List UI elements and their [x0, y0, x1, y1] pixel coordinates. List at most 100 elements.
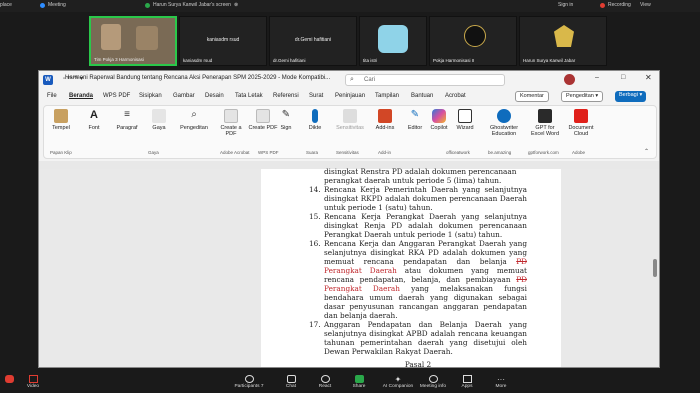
- tab-gambar[interactable]: Gambar: [173, 93, 195, 99]
- ai-companion-button[interactable]: ✦ AI Companion: [378, 375, 418, 389]
- tab-file[interactable]: File: [47, 93, 57, 99]
- maximize-icon[interactable]: □: [621, 74, 625, 81]
- participant-name: Harun Surya Kanwil Jabar: [523, 58, 576, 63]
- participant-display-name: dr.Gemi hafitiani: [294, 37, 332, 43]
- komentar-button[interactable]: Komentar: [515, 91, 549, 102]
- dictate-button[interactable]: Dikte: [300, 109, 330, 131]
- participant-name: dr.Gemi hafitiani: [273, 58, 306, 63]
- styles-button[interactable]: Gaya: [144, 109, 174, 131]
- tab-wps-pdf[interactable]: WPS PDF: [103, 93, 130, 99]
- video-button[interactable]: Video: [16, 375, 50, 389]
- group-label: Sensitivitas: [336, 150, 359, 155]
- tab-surat[interactable]: Surat: [309, 93, 323, 99]
- participant-tile[interactable]: kaniasdm rsud kaniasdm rsud: [179, 16, 267, 66]
- participant-name: tita istri: [363, 58, 378, 63]
- minimize-icon[interactable]: –: [595, 74, 599, 81]
- paste-button[interactable]: Tempel: [46, 109, 76, 131]
- participants-count: 7: [260, 384, 264, 389]
- participant-name: Tim Pokja 3 Harmonisasi: [94, 57, 144, 62]
- close-icon[interactable]: ✕: [645, 73, 652, 82]
- apps-button[interactable]: Apps: [450, 375, 484, 389]
- sensitivity-button[interactable]: Sensitivitas: [332, 109, 368, 131]
- berbagi-button[interactable]: Berbagi ▾: [615, 91, 647, 102]
- avatar: [378, 25, 408, 53]
- document-cloud-button[interactable]: Document Cloud: [564, 109, 598, 137]
- record-icon: [600, 2, 605, 8]
- react-icon: [320, 375, 330, 383]
- acrobat-icon: [574, 109, 588, 123]
- wizard-button[interactable]: Wizard: [450, 109, 480, 131]
- chat-icon: [286, 375, 296, 383]
- gpt-icon: [538, 109, 552, 123]
- pdf-icon: [224, 109, 238, 123]
- magnifier-icon: ⌕: [191, 109, 197, 120]
- group-label: Add-in: [378, 150, 392, 155]
- participant-name: Pokja Harmonisasi II: [433, 58, 475, 63]
- word-logo-icon: W: [43, 75, 53, 85]
- video-person: [101, 24, 121, 50]
- group-label: Adobe Acrobat: [220, 150, 250, 155]
- tab-beranda[interactable]: Beranda: [69, 93, 93, 99]
- recording-indicator[interactable]: Recording: [600, 2, 631, 8]
- more-button[interactable]: ··· More: [484, 375, 518, 389]
- place-label: place: [0, 2, 12, 8]
- vertical-scrollbar[interactable]: [653, 259, 657, 277]
- more-icon: ···: [497, 375, 505, 384]
- copilot-icon: [432, 109, 446, 123]
- clipboard-icon: [54, 109, 68, 123]
- share-button[interactable]: Share: [342, 375, 376, 389]
- add-ins-button[interactable]: Add-ins: [370, 109, 400, 131]
- participants-button[interactable]: Participants 7: [232, 375, 266, 389]
- info-icon: [428, 375, 438, 383]
- ai-companion-icon: ✦: [394, 375, 402, 384]
- ghostwriter-button[interactable]: Ghostwriter Education: [484, 109, 524, 137]
- editing-button[interactable]: ⌕ Pengeditan: [176, 109, 212, 131]
- participant-tile[interactable]: Harun Surya Kanwil Jabar: [519, 16, 607, 66]
- gpt-for-excel-word-button[interactable]: GPT for Excel Word: [528, 109, 562, 137]
- close-icon[interactable]: ⊗: [234, 2, 238, 8]
- video-off-icon: [28, 375, 38, 383]
- tab-sisipkan[interactable]: Sisipkan: [139, 93, 162, 99]
- tab-desain[interactable]: Desain: [205, 93, 224, 99]
- pdf-icon: [256, 109, 270, 123]
- participant-tile[interactable]: tita istri: [359, 16, 427, 66]
- chat-button[interactable]: Chat: [274, 375, 308, 389]
- logo-avatar: [464, 25, 486, 47]
- participants-icon: [244, 375, 254, 383]
- search-box[interactable]: ⌕ Cari: [345, 74, 505, 86]
- group-label: WPS PDF: [258, 150, 279, 155]
- sign-button[interactable]: ✎ Sign: [274, 109, 298, 131]
- tab-tata-letak[interactable]: Tata Letak: [235, 93, 263, 99]
- tab-referensi[interactable]: Referensi: [273, 93, 299, 99]
- paragraph-button[interactable]: ≡ Paragraf: [112, 109, 142, 131]
- document-text[interactable]: disingkat Renstra PD adalah dokumen pere…: [309, 167, 527, 367]
- tab-acrobat[interactable]: Acrobat: [445, 93, 466, 99]
- collapse-ribbon-icon[interactable]: ⌃: [644, 148, 649, 155]
- logo-avatar: [554, 25, 574, 47]
- participant-tile[interactable]: Pokja Harmonisasi II: [429, 16, 517, 66]
- font-button[interactable]: A Font: [82, 109, 106, 131]
- group-label: officeatwork: [446, 150, 470, 155]
- pen-icon: ✎: [281, 109, 291, 120]
- create-a-pdf-button[interactable]: Create a PDF: [216, 109, 246, 137]
- font-icon: A: [90, 109, 98, 121]
- tab-bantuan[interactable]: Bantuan: [411, 93, 433, 99]
- participant-tile[interactable]: Tim Pokja 3 Harmonisasi: [89, 16, 177, 66]
- meeting-info-button[interactable]: Meeting info: [416, 375, 450, 389]
- pengeditan-button[interactable]: Pengeditan ▾: [561, 91, 604, 102]
- title-bar: W ▫ ↶ ↷ ▾ Harmoni Raperwal Bandung tenta…: [39, 71, 659, 89]
- signin-link[interactable]: Sign in: [558, 2, 573, 8]
- shield-icon: [343, 109, 357, 123]
- group-label: Papan Klip: [50, 150, 72, 155]
- video-person: [136, 26, 158, 50]
- group-label: Suara: [306, 150, 319, 155]
- styles-icon: [152, 109, 166, 123]
- meeting-tab[interactable]: Meeting: [40, 2, 66, 8]
- tab-tampilan[interactable]: Tampilan: [375, 93, 399, 99]
- tab-peninjauan[interactable]: Peninjauan: [335, 93, 365, 99]
- participant-tile[interactable]: dr.Gemi hafitiani dr.Gemi hafitiani: [269, 16, 357, 66]
- user-avatar[interactable]: [564, 74, 575, 85]
- view-button[interactable]: View: [640, 2, 651, 8]
- share-tab[interactable]: Harun Surya Kanwil Jabar's screen ⊗: [145, 2, 238, 8]
- react-button[interactable]: React: [308, 375, 342, 389]
